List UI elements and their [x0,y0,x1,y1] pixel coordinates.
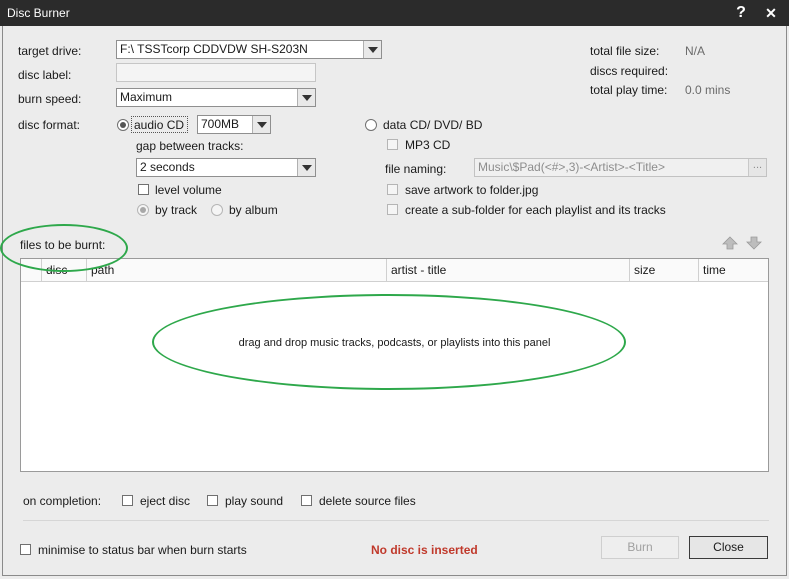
gap-select[interactable]: 2 seconds [136,158,316,177]
eject-disc-label: eject disc [140,494,191,508]
annotation-ellipse [152,294,626,390]
browse-button[interactable]: ... [748,159,766,176]
create-subfolder-label: create a sub-folder for each playlist an… [405,203,666,217]
audio-cd-size-value: 700MB [201,117,240,131]
burn-speed-value: Maximum [120,90,173,104]
total-file-size-label: total file size: [590,44,660,58]
annotation-ellipse [0,224,128,272]
by-track-label: by track [155,203,198,217]
separator [23,520,769,521]
status-text: No disc is inserted [371,543,478,557]
save-artwork-label: save artwork to folder.jpg [405,183,539,197]
column-header-path[interactable]: path [86,259,386,281]
disc-label-label: disc label: [18,68,72,82]
file-naming-label: file naming: [385,162,447,176]
target-drive-label: target drive: [18,44,82,58]
file-naming-input[interactable]: Music\$Pad(<#>,3)-<Artist>-<Title> ... [474,158,767,177]
move-down-icon[interactable] [746,236,762,250]
level-volume-checkbox[interactable] [138,184,149,195]
chevron-down-icon [363,41,381,58]
create-subfolder-checkbox[interactable] [387,204,398,215]
audio-cd-label: audio CD [134,118,185,132]
title-bar: Disc Burner ? ✕ [0,0,789,26]
total-file-size-value: N/A [685,44,706,58]
target-drive-select[interactable]: F:\ TSSTcorp CDDVDW SH-S203N [116,40,382,59]
level-volume-label: level volume [155,183,222,197]
column-header-artist-title[interactable]: artist - title [386,259,629,281]
by-album-radio[interactable] [211,204,223,216]
audio-cd-size-select[interactable]: 700MB [197,115,271,134]
discs-required-label: discs required: [590,64,669,78]
delete-source-label: delete source files [319,494,416,508]
on-completion-label: on completion: [23,494,102,508]
chevron-down-icon [252,116,270,133]
column-header-time[interactable]: time [698,259,768,281]
by-track-radio[interactable] [137,204,149,216]
file-naming-value: Music\$Pad(<#>,3)-<Artist>-<Title> [478,160,665,174]
eject-disc-checkbox[interactable] [122,495,133,506]
burn-button[interactable]: Burn [601,536,679,559]
save-artwork-checkbox[interactable] [387,184,398,195]
total-play-time-value: 0.0 mins [685,83,731,97]
close-icon[interactable]: ✕ [761,3,781,23]
play-sound-label: play sound [225,494,284,508]
chevron-down-icon [297,89,315,106]
window-title: Disc Burner [7,6,70,20]
data-cd-label: data CD/ DVD/ BD [383,118,483,132]
help-icon[interactable]: ? [731,3,751,23]
close-button[interactable]: Close [689,536,768,559]
column-header-size[interactable]: size [629,259,698,281]
target-drive-value: F:\ TSSTcorp CDDVDW SH-S203N [120,42,308,56]
gap-value: 2 seconds [140,160,195,174]
disc-label-input[interactable] [116,63,316,82]
gap-label: gap between tracks: [136,139,244,153]
minimise-checkbox[interactable] [20,544,31,555]
total-play-time-label: total play time: [590,83,668,97]
mp3-cd-checkbox[interactable] [387,139,398,150]
move-up-icon[interactable] [722,236,738,250]
files-table-header: disc path artist - title size time [21,259,768,282]
minimise-label: minimise to status bar when burn starts [38,543,247,557]
mp3-cd-label: MP3 CD [405,138,451,152]
data-cd-radio[interactable] [365,119,377,131]
audio-cd-radio[interactable] [117,119,129,131]
delete-source-checkbox[interactable] [301,495,312,506]
burn-speed-label: burn speed: [18,92,82,106]
chevron-down-icon [297,159,315,176]
by-album-label: by album [229,203,278,217]
burn-speed-select[interactable]: Maximum [116,88,316,107]
play-sound-checkbox[interactable] [207,495,218,506]
disc-format-label: disc format: [18,118,81,132]
